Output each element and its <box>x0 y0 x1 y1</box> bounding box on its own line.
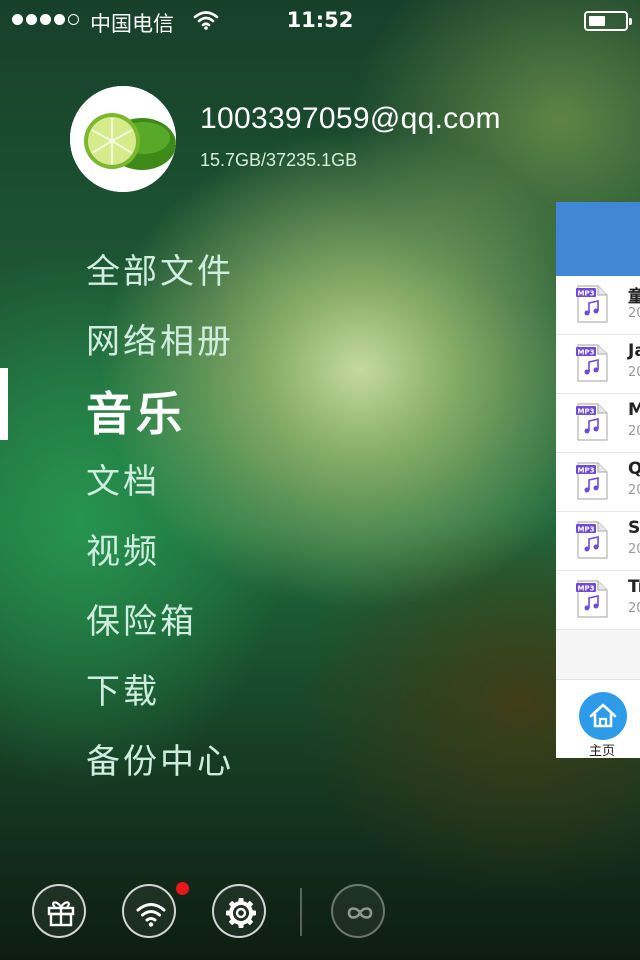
file-type-label: MP3 <box>578 467 595 475</box>
menu-item-photo-album[interactable]: 网络相册 <box>86 314 234 363</box>
file-title: Ja <box>628 341 640 361</box>
cloud-link-icon <box>347 907 373 919</box>
mp3-file-icon: MP3 <box>576 462 608 500</box>
status-bar: 中国电信 11:52 <box>0 0 640 42</box>
home-tab-label[interactable]: 主页 <box>556 740 640 758</box>
file-date: 20 <box>628 601 640 616</box>
list-item[interactable]: MP3 Tr 20 <box>556 571 640 630</box>
list-item[interactable]: MP3 M 20 <box>556 394 640 453</box>
file-title: Tr <box>628 577 640 597</box>
list-item[interactable]: MP3 S 20 <box>556 512 640 571</box>
file-title: 童 <box>628 287 640 307</box>
home-icon <box>589 703 617 728</box>
clock: 11:52 <box>286 8 354 32</box>
file-title: M <box>628 400 640 420</box>
wifi-transfer-button[interactable] <box>122 884 176 938</box>
gift-button[interactable] <box>32 884 86 938</box>
file-title: S <box>628 518 640 538</box>
notification-dot <box>176 882 189 895</box>
wifi-icon <box>136 903 166 927</box>
file-date: 20 <box>628 424 640 439</box>
avatar[interactable] <box>70 86 176 192</box>
lime-avatar-image <box>70 86 176 192</box>
file-date: 20 <box>628 542 640 557</box>
menu-item-music[interactable]: 音乐 <box>86 378 186 444</box>
file-date: 20 <box>628 306 640 321</box>
content-panel[interactable]: MP3 童 20 MP3 Ja 20 MP3 M 20 <box>556 202 640 758</box>
mp3-file-icon: MP3 <box>576 521 608 559</box>
menu-item-videos[interactable]: 视频 <box>86 524 160 573</box>
cloud-link-button[interactable] <box>331 884 385 938</box>
battery-icon <box>584 11 632 31</box>
toolbar-divider <box>300 888 302 936</box>
settings-button[interactable] <box>212 884 266 938</box>
file-date: 20 <box>628 365 640 380</box>
menu-item-backup-center[interactable]: 备份中心 <box>86 734 234 783</box>
file-title: Q <box>628 459 640 479</box>
file-type-label: MP3 <box>578 349 595 357</box>
file-type-label: MP3 <box>578 585 595 593</box>
storage-usage: 15.7GB/37235.1GB <box>200 150 358 170</box>
panel-header <box>556 202 640 276</box>
menu-item-safe-box[interactable]: 保险箱 <box>86 594 197 643</box>
account-email[interactable]: 1003397059@qq.com <box>200 102 501 136</box>
list-item[interactable]: MP3 童 20 <box>556 276 640 335</box>
active-menu-indicator <box>0 368 8 440</box>
mp3-file-icon: MP3 <box>576 580 608 618</box>
home-button[interactable] <box>579 692 627 740</box>
tab-bar: 主页 <box>556 679 640 758</box>
file-type-label: MP3 <box>578 408 595 416</box>
menu-item-documents[interactable]: 文档 <box>86 454 160 503</box>
menu-item-all-files[interactable]: 全部文件 <box>86 244 234 293</box>
file-type-label: MP3 <box>578 526 595 534</box>
menu-item-downloads[interactable]: 下载 <box>86 664 160 713</box>
mp3-file-icon: MP3 <box>576 403 608 441</box>
list-item[interactable]: MP3 Ja 20 <box>556 335 640 394</box>
file-type-label: MP3 <box>578 290 595 298</box>
list-item[interactable]: MP3 Q 20 <box>556 453 640 512</box>
mp3-file-icon: MP3 <box>576 344 608 382</box>
settings-icon <box>226 898 256 928</box>
gift-icon <box>47 901 75 927</box>
file-date: 20 <box>628 483 640 498</box>
mp3-file-icon: MP3 <box>576 285 608 323</box>
